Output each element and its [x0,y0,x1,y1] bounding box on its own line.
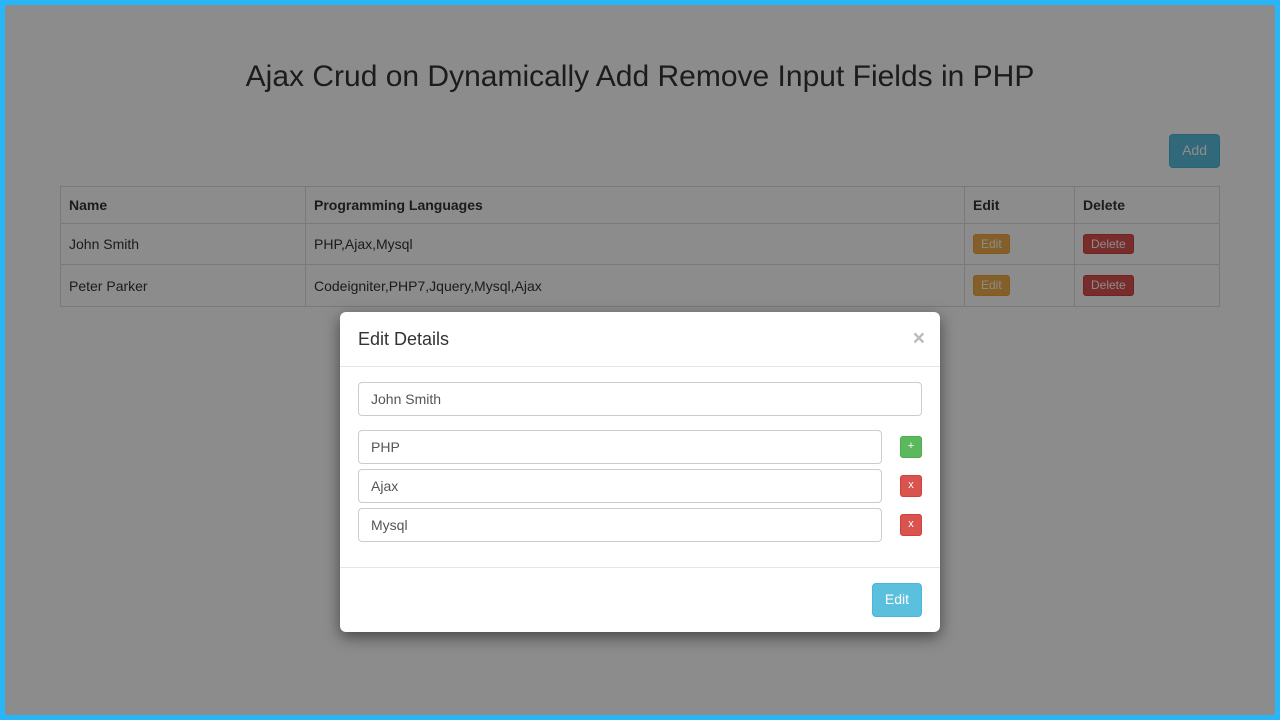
language-input[interactable] [358,430,882,464]
add-field-button[interactable]: + [900,436,922,457]
language-input[interactable] [358,508,882,542]
remove-field-button[interactable]: x [900,514,922,535]
name-input[interactable] [358,382,922,416]
remove-field-button[interactable]: x [900,475,922,496]
edit-modal: Edit Details × + x x Edit [340,312,940,632]
modal-title: Edit Details [358,329,449,350]
language-input[interactable] [358,469,882,503]
close-icon[interactable]: × [913,327,925,351]
submit-edit-button[interactable]: Edit [872,583,922,617]
